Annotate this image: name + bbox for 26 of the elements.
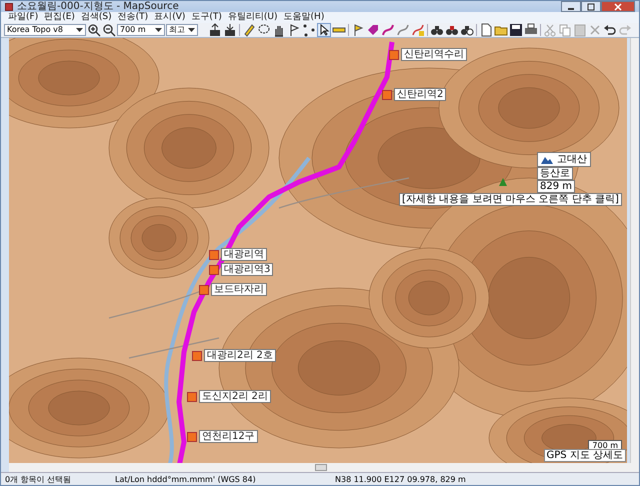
map-detail-label: GPS 지도 상세도 [544,449,626,462]
menu-item[interactable]: 표시(V) [151,12,188,23]
menu-item[interactable]: 편집(E) [41,12,78,23]
waypoint-label: 대광리2리 2호 [204,349,276,362]
menu-item[interactable]: 검색(S) [78,12,115,23]
menu-item[interactable]: 도구(T) [188,12,225,23]
waypoint-label: 연천리12구 [199,430,258,443]
cursor-position: N38 11.900 E127 09.978, 829 m [334,474,467,484]
dropdown[interactable]: Korea Topo v8 [4,24,86,36]
menu-item[interactable]: 파일(F) [5,12,42,23]
coordinate-format: Lat/Lon hddd°mm.mmm' (WGS 84) [114,474,257,484]
waypoint-label: 보드타자리 [211,283,267,296]
waypoint-label: 대광리역 [221,248,267,261]
tooltip-title: 고대산 [557,154,587,165]
dropdown[interactable]: 최고 [166,24,198,36]
menu-item[interactable]: 유틸리티(U) [224,12,281,23]
waypoint-label: 신탄리역수리 [401,48,467,61]
selection-status: 0개 항목이 선택됨 [4,474,72,484]
window-title: 소요월림-000-지형도 - MapSource [17,1,180,12]
tooltip-hint: [자세한 내용을 보려면 마우스 오른쪽 단추 클릭] [399,193,622,206]
dropdown[interactable]: 700 m [117,24,165,36]
menu-item[interactable]: 도움말(H) [280,12,328,23]
waypoint-label: 도신지2리 2리 [199,390,271,403]
waypoint-label: 대광리역3 [221,263,274,276]
menu-item[interactable]: 전송(T) [114,12,152,23]
waypoint-label: 신탄리역2 [394,88,446,101]
